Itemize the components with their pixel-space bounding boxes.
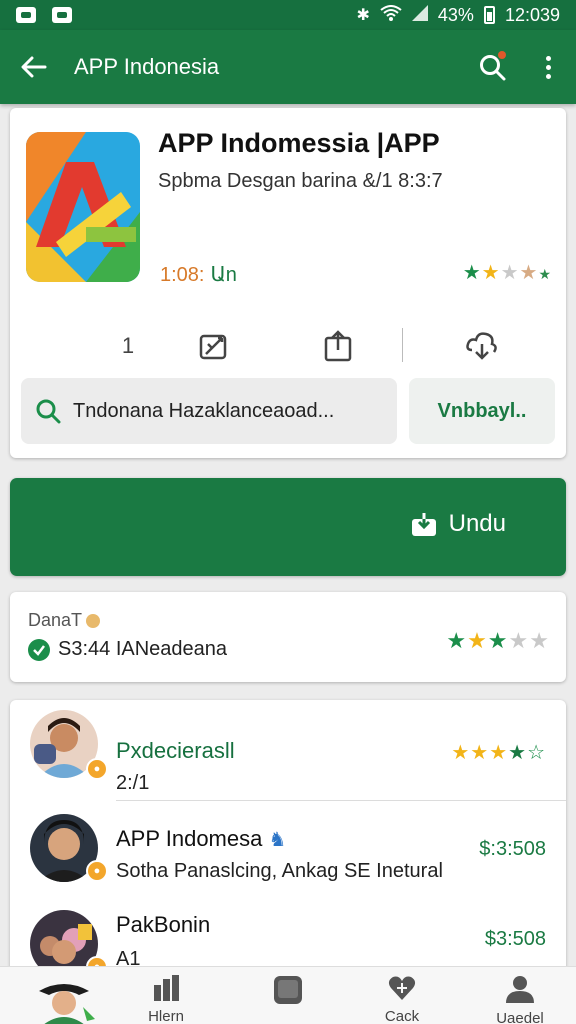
review-name-text: APP Indomesa — [116, 826, 263, 851]
app-size: 1:08: Աn — [160, 262, 237, 287]
badge-icon: ● — [86, 758, 108, 780]
nav-item-stats[interactable]: Hlern — [126, 975, 206, 1024]
app-rating-stars: ★★★★★ — [462, 262, 552, 284]
rating-card: DanaT S3:44 IANeadeana ★★★★★ — [10, 592, 566, 682]
review-price: $3:508 — [484, 928, 546, 950]
download-icon — [411, 513, 436, 536]
arrow-left-icon[interactable] — [18, 51, 50, 83]
app-subtitle: Spbma Desgan barina &/1 8:3:7 — [158, 170, 443, 192]
bottom-navigation: Hlern Cack Uaedel — [0, 966, 576, 1024]
badge-icon: ● — [86, 860, 108, 882]
app-title: APP Indomessia |APP — [158, 128, 440, 158]
rating-title: DanaT — [28, 610, 101, 631]
rating-stars: ★★★★★ — [446, 628, 550, 653]
heart-icon — [388, 976, 416, 1000]
review-item[interactable]: ● Pxdecierasll 2:/1 ★★★★☆ — [10, 710, 566, 810]
coin-icon — [86, 613, 101, 628]
signal-icon — [411, 4, 428, 26]
app-size-suffix: Աn — [210, 264, 237, 286]
review-name: Pxdecierasll — [116, 738, 235, 763]
review-price: $:3:508 — [479, 838, 546, 860]
app-action-count: 1 — [121, 333, 135, 358]
search-field[interactable]: Tndonana Hazaklanceaoad... — [21, 378, 397, 444]
wifi-icon — [380, 4, 402, 26]
review-name: PakBonin — [116, 912, 211, 937]
search-button[interactable] — [476, 51, 508, 83]
nav-item-favorites[interactable]: Cack — [362, 975, 442, 1024]
more-vert-icon[interactable] — [538, 51, 558, 83]
check-icon — [28, 638, 50, 661]
review-sub: 2:/1 — [116, 772, 150, 794]
bluetooth-icon: ✱ — [356, 7, 370, 24]
page-title: APP Indonesia — [74, 54, 220, 79]
avatar-icon — [39, 984, 95, 1024]
search-icon — [36, 399, 61, 424]
divider — [116, 800, 566, 801]
nav-item-account[interactable]: Uaedel — [480, 975, 560, 1024]
battery-icon — [483, 6, 495, 24]
person-icon — [506, 976, 534, 1003]
secondary-action-button[interactable]: Vnbbayl.. — [409, 378, 555, 444]
battery-percent: 43% — [437, 4, 474, 25]
review-stars: ★★★★☆ — [451, 742, 546, 764]
app-logo[interactable] — [26, 132, 140, 282]
square-icon — [274, 976, 302, 1004]
nav-item-label: Hlern — [148, 1008, 184, 1024]
app-actions-row: 1 — [10, 320, 566, 370]
app-details-card: APP Indomessia |APP Spbma Desgan barina … — [10, 108, 566, 458]
clock: 12:039 — [504, 4, 560, 25]
message-icon — [52, 7, 72, 23]
review-name: APP Indomesa ♞ — [116, 826, 286, 852]
app-bar: APP Indonesia — [0, 30, 576, 104]
bar-chart-icon — [154, 975, 179, 1001]
rating-line: S3:44 IANeadeana — [28, 638, 227, 661]
rating-line-text: S3:44 IANeadeana — [58, 638, 228, 660]
search-field-text: Tndonana Hazaklanceaoad... — [73, 399, 335, 422]
nav-item-apps[interactable] — [248, 975, 328, 1010]
download-cloud-icon[interactable] — [462, 326, 502, 366]
share-icon[interactable] — [318, 326, 358, 366]
edit-icon[interactable] — [194, 326, 234, 366]
app-size-value: 1:08: — [160, 264, 205, 286]
notification-dot — [498, 51, 506, 59]
nav-item-label: Cack — [384, 1008, 420, 1024]
status-bar: ✱ 43% 12:039 — [0, 0, 576, 30]
rating-title-text: DanaT — [28, 610, 83, 630]
nav-item-profile[interactable] — [24, 977, 104, 1024]
review-sub: Sotha Panaslcing, Ankag SE Inetural — [116, 860, 443, 882]
download-label: Undu — [448, 510, 506, 537]
verified-icon: ♞ — [268, 829, 287, 851]
nav-item-label: Uaedel — [496, 1010, 544, 1024]
notification-icon — [16, 7, 36, 23]
divider — [402, 328, 403, 362]
review-item[interactable]: ● APP Indomesa ♞ Sotha Panaslcing, Ankag… — [10, 814, 566, 914]
download-button[interactable]: Undu — [10, 478, 566, 576]
